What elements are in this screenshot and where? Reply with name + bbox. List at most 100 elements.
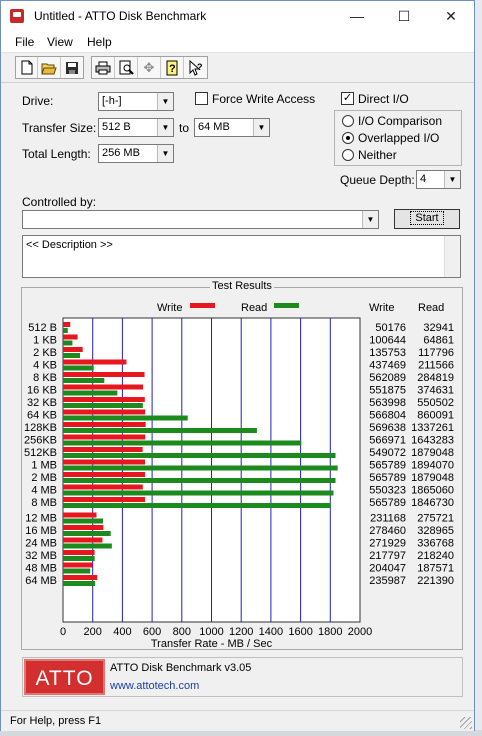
toolbar-tools-group: ✥ ? ? xyxy=(91,56,208,79)
write-bar xyxy=(63,575,98,580)
category-label: 24 MB xyxy=(25,538,57,550)
chevron-down-icon[interactable]: ▼ xyxy=(157,145,173,162)
save-icon[interactable] xyxy=(61,57,83,78)
category-label: 16 KB xyxy=(27,385,57,397)
read-value: 1865060 xyxy=(411,485,454,497)
write-value: 550323 xyxy=(369,485,406,497)
read-bar xyxy=(63,581,96,586)
minimize-icon[interactable]: — xyxy=(334,1,380,31)
x-tick-label: 800 xyxy=(173,626,191,638)
x-tick-label: 400 xyxy=(113,626,131,638)
status-text: For Help, press F1 xyxy=(10,715,102,727)
drive-select[interactable]: [-h-] ▼ xyxy=(98,92,174,111)
new-file-icon[interactable] xyxy=(16,57,39,78)
queue-depth-value: 4 xyxy=(420,173,427,185)
x-tick-label: 1000 xyxy=(199,626,223,638)
read-value: 211566 xyxy=(418,360,454,372)
write-bar xyxy=(63,497,146,502)
transfer-size-from-select[interactable]: 512 B ▼ xyxy=(98,118,174,137)
write-value: 231168 xyxy=(370,513,406,525)
read-value: 1337261 xyxy=(411,422,454,434)
write-value: 437469 xyxy=(369,360,406,372)
description-scrollbar[interactable] xyxy=(444,236,460,277)
start-button[interactable]: Start xyxy=(394,209,460,229)
write-value: 100644 xyxy=(369,335,406,347)
total-length-label: Total Length: xyxy=(22,147,91,161)
menu-bar: File View Help xyxy=(1,31,474,53)
write-bar xyxy=(63,562,93,568)
read-value: 550502 xyxy=(417,397,454,409)
force-write-access-checkbox[interactable] xyxy=(195,92,208,105)
legend-write-swatch xyxy=(190,303,215,308)
chevron-down-icon[interactable]: ▼ xyxy=(253,119,269,136)
direct-io-checkbox[interactable]: ✓ xyxy=(341,92,354,105)
read-bar xyxy=(63,503,331,508)
category-label: 128KB xyxy=(24,422,57,434)
maximize-icon[interactable]: ☐ xyxy=(381,1,427,31)
read-value: 284819 xyxy=(417,372,454,384)
write-bar xyxy=(63,409,146,415)
write-bar xyxy=(63,525,104,530)
write-bar xyxy=(63,372,145,377)
write-bar xyxy=(63,512,97,518)
resize-grip-icon[interactable] xyxy=(460,717,472,729)
read-bar xyxy=(63,543,112,549)
svg-text:?: ? xyxy=(169,63,176,75)
category-label: 2 KB xyxy=(33,347,57,359)
menu-file[interactable]: File xyxy=(15,35,34,49)
controlled-by-select[interactable]: ▼ xyxy=(22,210,379,229)
category-label: 16 MB xyxy=(25,525,57,537)
read-value: 1643283 xyxy=(411,435,454,447)
read-bar xyxy=(63,428,257,433)
context-help-icon[interactable]: ? xyxy=(184,57,207,78)
chevron-down-icon[interactable]: ▼ xyxy=(362,211,378,228)
write-value: 566804 xyxy=(369,410,406,422)
chevron-down-icon[interactable]: ▼ xyxy=(444,171,460,188)
x-tick-label: 1400 xyxy=(259,626,283,638)
footer-panel: ATTO ATTO Disk Benchmark v3.05 www.attot… xyxy=(22,657,463,697)
write-value: 235987 xyxy=(369,575,406,587)
queue-depth-select[interactable]: 4 ▼ xyxy=(416,170,461,189)
help-icon[interactable]: ? xyxy=(161,57,184,78)
transfer-size-to-select[interactable]: 64 MB ▼ xyxy=(194,118,270,137)
print-preview-icon[interactable] xyxy=(115,57,138,78)
category-label: 256KB xyxy=(24,435,57,447)
close-icon[interactable]: ✕ xyxy=(428,1,474,31)
read-value: 221390 xyxy=(417,575,454,587)
open-folder-icon[interactable] xyxy=(38,57,61,78)
write-bar xyxy=(63,459,146,465)
print-icon[interactable] xyxy=(92,57,115,78)
menu-help[interactable]: Help xyxy=(87,35,112,49)
read-value: 64861 xyxy=(423,335,454,347)
menu-view[interactable]: View xyxy=(47,35,73,49)
io-comparison-radio[interactable] xyxy=(342,115,354,127)
transfer-size-label: Transfer Size: xyxy=(22,121,97,135)
app-icon[interactable] xyxy=(10,9,24,23)
read-bar xyxy=(63,531,111,536)
legend-read-swatch xyxy=(274,303,299,308)
chevron-down-icon[interactable]: ▼ xyxy=(157,93,173,110)
neither-radio[interactable] xyxy=(342,149,354,161)
transfer-from-value: 512 B xyxy=(102,121,131,133)
read-value: 117796 xyxy=(418,347,454,359)
category-label: 4 KB xyxy=(33,360,57,372)
move-icon[interactable]: ✥ xyxy=(138,57,161,78)
write-bar xyxy=(63,322,71,327)
category-label: 64 MB xyxy=(25,575,57,587)
total-length-select[interactable]: 256 MB ▼ xyxy=(98,144,174,163)
read-bar xyxy=(63,365,94,371)
read-bar xyxy=(63,518,103,524)
chevron-down-icon[interactable]: ▼ xyxy=(157,119,173,136)
title-bar[interactable]: Untitled - ATTO Disk Benchmark — ☐ ✕ xyxy=(1,1,474,31)
category-label: 512 B xyxy=(28,322,57,334)
write-bar xyxy=(63,447,143,452)
website-link[interactable]: www.attotech.com xyxy=(110,680,199,692)
overlapped-io-radio[interactable] xyxy=(342,132,354,144)
write-value: 217797 xyxy=(369,550,406,562)
write-value: 204047 xyxy=(369,563,406,575)
read-value: 1894070 xyxy=(411,460,454,472)
neither-label: Neither xyxy=(358,148,397,162)
legend-write-label: Write xyxy=(157,302,182,314)
description-field[interactable]: << Description >> xyxy=(22,235,461,278)
read-value: 860091 xyxy=(417,410,454,422)
